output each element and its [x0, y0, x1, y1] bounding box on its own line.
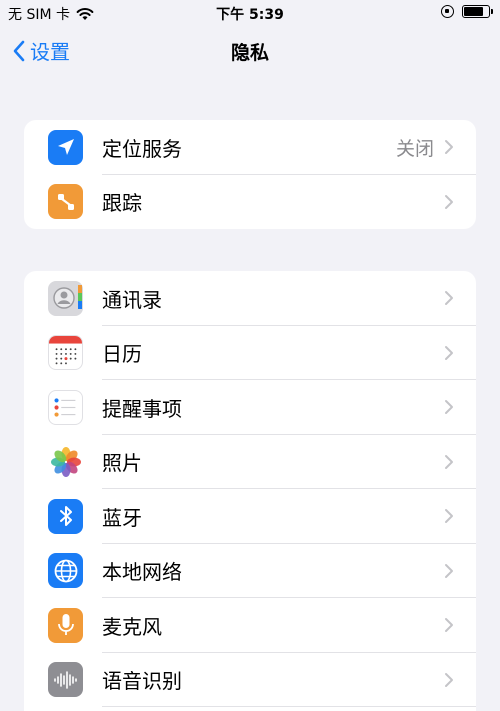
chevron-right-icon — [445, 400, 453, 415]
row-label: 通讯录 — [102, 287, 162, 312]
row-label: 蓝牙 — [102, 505, 142, 530]
row-calendar[interactable]: 日历 — [24, 326, 476, 380]
battery-level — [464, 7, 483, 16]
chevron-right-icon — [445, 345, 453, 360]
row-label: 照片 — [102, 451, 142, 476]
row-label: 麦克风 — [102, 614, 162, 639]
page-title: 隐私 — [230, 42, 269, 64]
row-label: 跟踪 — [102, 191, 142, 216]
chevron-right-icon — [445, 291, 453, 306]
row-contacts[interactable]: 通讯录 — [24, 271, 476, 326]
row-value: 关闭 — [395, 137, 434, 160]
row-local-network[interactable]: 本地网络 — [24, 544, 476, 598]
row-location-services[interactable]: 定位服务 关闭 — [24, 120, 476, 175]
chevron-right-icon — [445, 618, 453, 633]
status-time: 下午 5:39 — [216, 7, 284, 23]
row-microphone[interactable]: 麦克风 — [24, 598, 476, 653]
row-label: 日历 — [102, 342, 142, 367]
row-label: 提醒事项 — [102, 396, 182, 421]
calendar-icon — [48, 335, 83, 371]
chevron-right-icon — [445, 194, 453, 209]
chevron-right-icon — [445, 563, 453, 578]
contacts-icon — [48, 280, 83, 316]
row-label: 定位服务 — [102, 136, 182, 161]
tracking-icon — [48, 184, 83, 220]
navigation-bar: 设置 隐私 — [0, 30, 500, 74]
battery-icon — [462, 5, 493, 18]
row-label: 语音识别 — [102, 669, 182, 694]
status-right — [441, 5, 493, 18]
row-label: 本地网络 — [102, 560, 182, 585]
row-tracking[interactable]: 跟踪 — [24, 175, 476, 230]
location-arrow-icon — [48, 129, 83, 165]
chevron-right-icon — [445, 140, 453, 155]
separator — [102, 706, 476, 707]
orientation-lock-icon — [441, 5, 454, 18]
status-bar: 无 SIM 卡 下午 5:39 — [0, 0, 500, 26]
row-bluetooth[interactable]: 蓝牙 — [24, 489, 476, 544]
reminders-icon — [48, 389, 83, 425]
row-speech-recognition[interactable]: 语音识别 — [24, 653, 476, 707]
chevron-right-icon — [445, 454, 453, 469]
settings-group-permissions: 通讯录 日历 提醒事项 照片 蓝牙 本地网络 麦克风 语音识别 — [24, 271, 476, 711]
bluetooth-icon — [48, 498, 83, 534]
row-photos[interactable]: 照片 — [24, 435, 476, 489]
microphone-icon — [48, 607, 83, 643]
chevron-right-icon — [445, 672, 453, 687]
photos-icon — [48, 444, 83, 480]
settings-group-location: 定位服务 关闭 跟踪 — [24, 120, 476, 229]
chevron-right-icon — [445, 509, 453, 524]
waveform-icon — [48, 662, 83, 698]
row-reminders[interactable]: 提醒事项 — [24, 380, 476, 435]
globe-icon — [48, 553, 83, 589]
